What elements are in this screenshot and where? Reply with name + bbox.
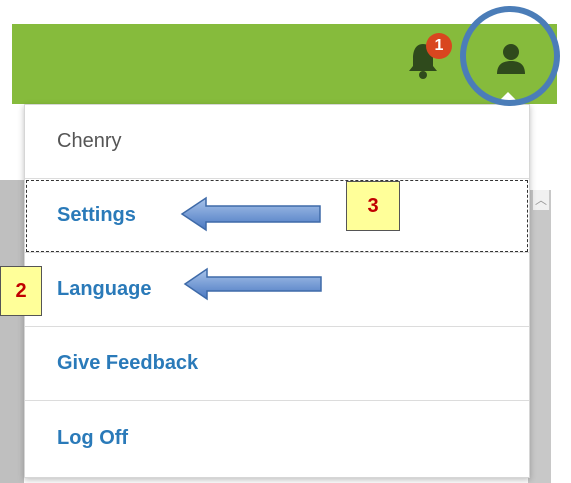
log-off-label: Log Off — [57, 426, 129, 449]
scroll-up-icon[interactable]: ︿ — [533, 190, 549, 210]
username-label: Chenry — [57, 130, 122, 152]
arrow-to-settings — [180, 196, 322, 232]
menu-item-log-off[interactable]: Log Off — [25, 401, 529, 475]
bg-right-panel — [528, 190, 551, 483]
notification-badge: 1 — [426, 33, 452, 59]
callout-step-2: 2 — [0, 266, 42, 316]
give-feedback-label: Give Feedback — [57, 352, 199, 374]
bg-left-strip — [0, 180, 24, 483]
arrow-to-language — [183, 267, 323, 301]
left-arrow-icon — [183, 267, 322, 301]
menu-item-give-feedback[interactable]: Give Feedback — [25, 327, 529, 401]
left-arrow-icon — [180, 196, 321, 232]
callout-step-3: 3 — [346, 181, 400, 231]
user-name-item: Chenry — [25, 105, 529, 179]
language-label: Language — [57, 278, 152, 300]
settings-label: Settings — [57, 204, 136, 226]
highlight-ring — [460, 6, 560, 106]
